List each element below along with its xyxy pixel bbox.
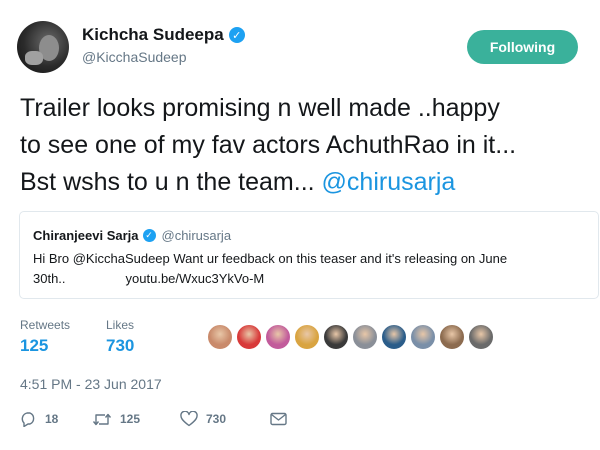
tweet-line-2: to see one of my fav actors AchuthRao in… xyxy=(20,131,517,159)
author-handle[interactable]: @KicchaSudeep xyxy=(82,49,187,65)
envelope-icon xyxy=(270,412,287,426)
direct-message-action[interactable] xyxy=(270,412,287,426)
liker-avatar[interactable] xyxy=(207,324,233,350)
following-button[interactable]: Following xyxy=(467,30,578,64)
quoted-tweet-header: Chiranjeevi Sarja ✓ @chirusarja xyxy=(33,228,231,243)
likes-label: Likes xyxy=(106,318,135,332)
heart-icon xyxy=(180,411,198,427)
tweet-line-3-text: Bst wshs to u n the team... xyxy=(20,168,322,196)
retweet-action-count: 125 xyxy=(120,412,141,426)
mention-link[interactable]: @chirusarja xyxy=(322,168,456,196)
tweet-line-3: Bst wshs to u n the team... @chirusarja xyxy=(20,164,600,201)
avatar-hand xyxy=(25,51,43,65)
reply-count: 18 xyxy=(45,412,59,426)
likes-stat[interactable]: Likes 730 xyxy=(106,318,134,356)
likes-count: 730 xyxy=(106,336,135,355)
tweet-text: Trailer looks promising n well made ..ha… xyxy=(20,90,600,201)
liker-avatar[interactable] xyxy=(381,324,407,350)
author-name[interactable]: Kichcha Sudeepa xyxy=(82,25,224,45)
verified-badge-icon: ✓ xyxy=(228,27,245,43)
avatar[interactable] xyxy=(17,21,69,73)
liker-avatar[interactable] xyxy=(236,324,262,350)
likers-avatars xyxy=(207,324,494,350)
reply-action[interactable]: 18 xyxy=(20,411,92,427)
retweet-icon xyxy=(92,413,112,425)
retweets-count: 125 xyxy=(20,336,49,355)
liker-avatar[interactable] xyxy=(468,324,494,350)
retweets-label: Retweets xyxy=(20,318,71,332)
tweet-timestamp[interactable]: 4:51 PM - 23 Jun 2017 xyxy=(20,376,162,392)
liker-avatar[interactable] xyxy=(439,324,465,350)
liker-avatar[interactable] xyxy=(323,324,349,350)
quoted-verified-badge-icon: ✓ xyxy=(142,229,156,242)
quoted-tweet[interactable]: Chiranjeevi Sarja ✓ @chirusarja Hi Bro @… xyxy=(19,211,599,299)
like-action[interactable]: 730 xyxy=(180,411,270,427)
quoted-author-name: Chiranjeevi Sarja xyxy=(33,228,139,243)
quoted-author-handle: @chirusarja xyxy=(161,228,232,243)
tweet-actions: 18 125 730 xyxy=(20,411,287,427)
tweet-line-1: Trailer looks promising n well made ..ha… xyxy=(20,94,500,122)
author-name-row[interactable]: Kichcha Sudeepa ✓ xyxy=(82,25,245,45)
retweet-action[interactable]: 125 xyxy=(92,412,180,427)
liker-avatar[interactable] xyxy=(294,324,320,350)
quoted-text-line-1: Hi Bro @KicchaSudeep Want ur feedback on… xyxy=(33,251,508,266)
quoted-tweet-text: Hi Bro @KicchaSudeep Want ur feedback on… xyxy=(33,249,593,289)
retweets-stat[interactable]: Retweets 125 xyxy=(20,318,70,356)
quoted-text-line-2: 30th.. xyxy=(33,271,66,286)
quoted-link[interactable]: youtu.be/Wxuc3YkVo-M xyxy=(126,271,265,286)
liker-avatar[interactable] xyxy=(265,324,291,350)
liker-avatar[interactable] xyxy=(352,324,378,350)
reply-icon xyxy=(21,411,35,427)
like-action-count: 730 xyxy=(206,412,227,426)
liker-avatar[interactable] xyxy=(410,324,436,350)
